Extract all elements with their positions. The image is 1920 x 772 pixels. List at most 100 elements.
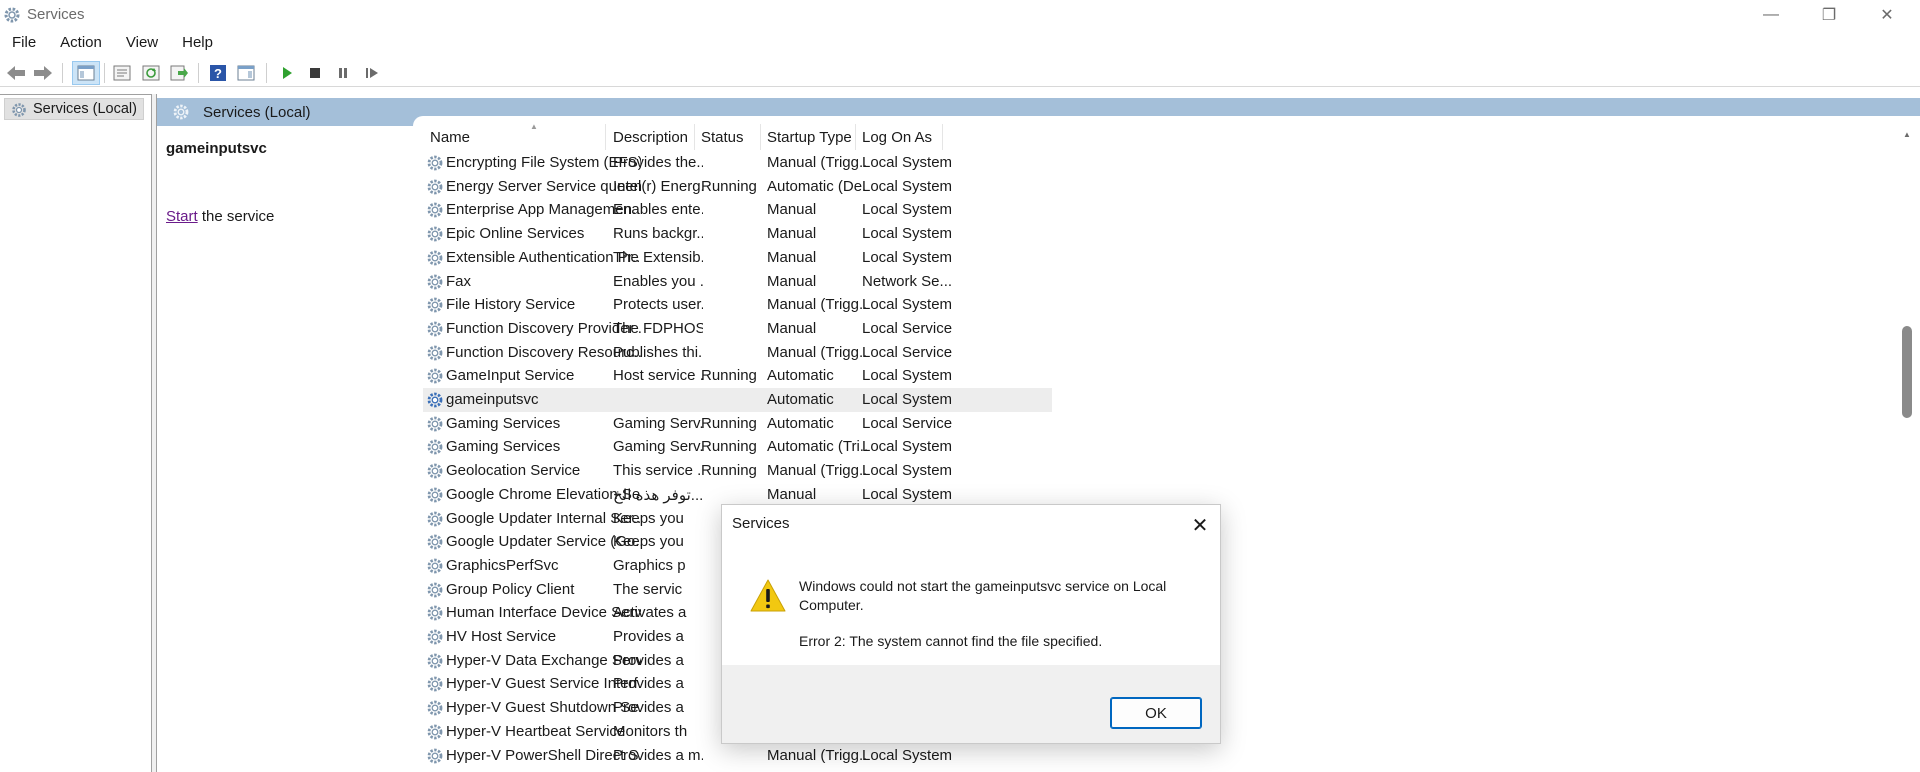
column-divider[interactable] — [694, 124, 695, 150]
service-row[interactable]: Gaming Services Gaming Serv... Running Auto… — [413, 435, 1883, 459]
tree-item-services-local[interactable]: Services (Local) — [4, 98, 144, 120]
service-startup-type: Manual — [767, 225, 817, 243]
service-row[interactable]: Energy Server Service queen... Intel(r) E… — [413, 175, 1883, 199]
service-gear-icon — [425, 248, 445, 268]
scroll-up-icon[interactable]: ▲ — [1903, 130, 1911, 139]
stop-service-button[interactable] — [303, 61, 327, 85]
dialog-title: Services — [732, 515, 790, 532]
service-name: Hyper-V Guest Shutdown Se... — [446, 699, 641, 717]
minimize-button[interactable]: — — [1742, 0, 1800, 30]
restart-service-button[interactable] — [360, 61, 384, 85]
service-row[interactable]: Gaming Services Gaming Serv... Running Auto… — [413, 412, 1883, 436]
show-hide-action-pane-button[interactable] — [234, 61, 258, 85]
service-log-on-as: Local System — [862, 177, 952, 195]
column-header-name[interactable]: Name — [430, 129, 470, 146]
menu-action[interactable]: Action — [48, 31, 114, 56]
column-header-startup-type[interactable]: Startup Type — [767, 129, 852, 146]
service-description: Provides a — [613, 675, 684, 693]
menu-view[interactable]: View — [114, 31, 170, 56]
service-startup-type: Automatic (De... — [767, 177, 867, 195]
services-gear-icon — [12, 103, 26, 117]
column-divider[interactable] — [760, 124, 761, 150]
service-name: GraphicsPerfSvc — [446, 556, 559, 574]
service-startup-type: Automatic (Tri... — [767, 438, 867, 456]
service-row[interactable]: Function Discovery Resourc... Publishes t… — [413, 341, 1883, 365]
column-header-log-on-as[interactable]: Log On As — [862, 129, 932, 146]
console-tree: Services (Local) — [0, 94, 152, 772]
refresh-button[interactable] — [139, 61, 163, 85]
column-header-status[interactable]: Status — [701, 129, 744, 146]
vertical-scrollbar[interactable]: ▲ — [1898, 126, 1916, 772]
properties-button[interactable] — [110, 61, 134, 85]
service-gear-icon — [425, 177, 445, 197]
service-row[interactable]: Google Chrome Elevation Se... توفر هذه ال… — [413, 483, 1883, 507]
service-gear-icon — [425, 437, 445, 457]
dialog-close-button[interactable]: ✕ — [1186, 511, 1214, 539]
service-row[interactable]: Geolocation Service This service ... Runni… — [413, 459, 1883, 483]
service-row[interactable]: Hyper-V PowerShell Direct S... Provides a… — [413, 744, 1883, 768]
dialog-error-text: Error 2: The system cannot find the file… — [799, 633, 1103, 649]
service-row[interactable]: gameinputsvc Automatic Local System — [413, 388, 1883, 412]
service-log-on-as: Local System — [862, 367, 952, 385]
selected-service-name: gameinputsvc — [166, 140, 267, 157]
toolbar-separator — [198, 63, 199, 83]
service-startup-type: Manual (Trigg... — [767, 746, 867, 764]
menu-file[interactable]: File — [0, 31, 48, 56]
services-gear-icon — [4, 7, 20, 23]
service-gear-icon — [425, 580, 445, 600]
column-header-description[interactable]: Description — [613, 129, 688, 146]
service-row[interactable]: Encrypting File System (EFS) Provides the… — [413, 151, 1883, 175]
close-icon: ✕ — [1880, 7, 1894, 24]
maximize-button[interactable]: ❐ — [1800, 0, 1858, 30]
service-row[interactable]: Function Discovery Provider ... The FDPHO… — [413, 317, 1883, 341]
menu-help[interactable]: Help — [170, 31, 225, 56]
service-row[interactable]: Epic Online Services Runs backgr... Manual… — [413, 222, 1883, 246]
service-row[interactable]: Enterprise App Managemen...Enables ente.… — [413, 198, 1883, 222]
export-list-button[interactable] — [167, 61, 191, 85]
service-name: File History Service — [446, 296, 576, 314]
service-startup-type: Manual (Trigg... — [767, 462, 867, 480]
ok-button[interactable]: OK — [1110, 697, 1202, 729]
properties-icon — [113, 65, 131, 81]
close-window-button[interactable]: ✕ — [1858, 0, 1916, 30]
service-name: Encrypting File System (EFS) — [446, 154, 641, 171]
window-title: Services — [27, 6, 85, 23]
service-description: Provides the... — [613, 154, 703, 171]
forward-arrow-icon — [34, 66, 52, 80]
title-bar: Services — ❐ ✕ — [0, 0, 1920, 30]
service-name: Hyper-V PowerShell Direct S... — [446, 746, 641, 764]
export-icon — [170, 65, 188, 81]
service-gear-icon — [425, 272, 445, 292]
forward-button[interactable] — [31, 61, 55, 85]
service-description: Keeps you — [613, 509, 684, 527]
service-log-on-as: Local System — [862, 201, 952, 219]
service-row[interactable]: Extensible Authentication Pr... The Exten… — [413, 246, 1883, 270]
service-description: Host service ... — [613, 367, 703, 385]
back-button[interactable] — [4, 61, 28, 85]
service-description: Keeps you — [613, 533, 684, 551]
service-row[interactable]: File History Service Protects user... Manu… — [413, 293, 1883, 317]
service-name: Enterprise App Managemen... — [446, 201, 641, 219]
service-gear-icon — [425, 414, 445, 434]
pause-service-button[interactable] — [331, 61, 355, 85]
column-divider[interactable] — [855, 124, 856, 150]
service-name: Google Chrome Elevation Se... — [446, 485, 641, 503]
warning-icon — [750, 579, 786, 612]
service-description: Publishes thi... — [613, 343, 703, 361]
column-divider[interactable] — [605, 124, 606, 150]
service-row[interactable]: GameInput Service Host service ... Running… — [413, 364, 1883, 388]
service-description: Provides a — [613, 628, 684, 645]
show-hide-console-tree-button[interactable] — [72, 61, 100, 85]
service-startup-type: Manual — [767, 272, 817, 290]
services-gear-icon — [173, 104, 189, 120]
service-name: Extensible Authentication Pr... — [446, 248, 641, 266]
column-divider[interactable] — [942, 124, 943, 150]
service-gear-icon — [425, 746, 445, 766]
service-row[interactable]: Fax Enables you ... Manual Network Se... — [413, 270, 1883, 294]
service-startup-type: Automatic — [767, 391, 834, 408]
help-button[interactable]: ? — [206, 61, 230, 85]
start-service-button[interactable] — [275, 61, 299, 85]
service-log-on-as: Local Service — [862, 343, 952, 361]
start-service-link[interactable]: Start — [166, 208, 198, 225]
scrollbar-thumb[interactable] — [1902, 326, 1912, 418]
